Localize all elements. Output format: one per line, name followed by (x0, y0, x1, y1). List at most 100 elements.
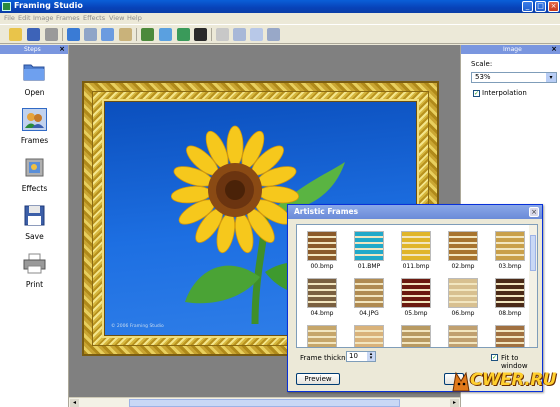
watermark-text: CWER.RU (470, 370, 557, 390)
picture-icon[interactable] (177, 28, 190, 41)
crop-icon[interactable] (216, 28, 229, 41)
menu-help[interactable]: Help (127, 14, 142, 22)
scale-select[interactable]: 53% ▾ (471, 72, 557, 83)
steps-panel-title: Steps (24, 46, 41, 53)
menu-view[interactable]: View (109, 14, 124, 22)
frame-icon[interactable] (159, 28, 172, 41)
save-icon[interactable] (27, 28, 40, 41)
steps-panel: Steps × Open Frames Effects Save Print (0, 45, 69, 407)
scroll-right-icon[interactable]: ▸ (450, 399, 459, 407)
frame-swatch (307, 278, 337, 308)
step-save[interactable]: Save (0, 202, 69, 248)
scale-label: Scale: (471, 60, 493, 68)
frame-swatch (354, 325, 384, 347)
step-frames[interactable]: Frames (0, 106, 69, 152)
menu-frames[interactable]: Frames (56, 14, 80, 22)
frame-name: 05.bmp (404, 310, 428, 317)
frame-thumbnail[interactable]: 06.bmp (444, 276, 482, 321)
steps-panel-header: Steps × (0, 45, 68, 54)
frame-thickness-spinner[interactable]: 10 ▴ ▾ (346, 351, 376, 362)
frame-thumbnail[interactable]: 01.BMP (350, 229, 388, 274)
step-print-label: Print (25, 280, 44, 289)
frame-thumbnail[interactable] (350, 323, 388, 347)
frame-thumbnail[interactable]: 05.bmp (397, 276, 435, 321)
frame-thumbnail[interactable]: 04.bmp (303, 276, 341, 321)
step-open[interactable]: Open (0, 58, 69, 104)
interpolation-label: Interpolation (482, 89, 527, 97)
step-print[interactable]: Print (0, 250, 69, 296)
interpolation-checkbox[interactable]: ✓ (473, 90, 480, 97)
frame-thumbnail[interactable]: 00.bmp (303, 229, 341, 274)
toolbar-separator (136, 28, 137, 41)
text-icon[interactable] (250, 28, 263, 41)
image-icon[interactable] (141, 28, 154, 41)
artistic-frames-dialog: Artistic Frames × 00.bmp 01.BMP 011.bmp 02.… (287, 204, 543, 392)
fox-logo-icon (452, 371, 470, 392)
close-icon[interactable]: × (551, 45, 557, 54)
step-effects-label: Effects (21, 184, 48, 193)
dialog-close-button[interactable]: × (529, 207, 539, 217)
step-effects[interactable]: Effects (0, 154, 69, 200)
menu-edit[interactable]: Edit (18, 14, 31, 22)
frame-thumbnail[interactable] (444, 323, 482, 347)
frame-thumbnail[interactable]: 011.bmp (397, 229, 435, 274)
frame-swatch (354, 231, 384, 261)
open-icon[interactable] (9, 28, 22, 41)
scroll-left-icon[interactable]: ◂ (70, 399, 79, 407)
table-icon[interactable] (267, 28, 280, 41)
menu-effects[interactable]: Effects (83, 14, 105, 22)
maximize-button[interactable]: □ (535, 1, 546, 12)
frame-name: 03.bmp (498, 263, 522, 270)
frame-thumbnail[interactable] (397, 323, 435, 347)
redo-icon[interactable] (84, 28, 97, 41)
undo-icon[interactable] (67, 28, 80, 41)
copy-icon[interactable] (101, 28, 114, 41)
frames-grid: 00.bmp 01.BMP 011.bmp 02.bmp 03.bmp 04.bmp 04.… (296, 224, 538, 348)
frame-name: 011.bmp (402, 263, 430, 270)
scroll-thumb[interactable] (129, 399, 400, 407)
frame-name: 00.bmp (310, 263, 334, 270)
frame-swatch (354, 278, 384, 308)
frame-name: 06.bmp (451, 310, 475, 317)
close-icon[interactable]: × (59, 45, 65, 54)
frame-swatch (401, 231, 431, 261)
menu-file[interactable]: File (4, 14, 15, 22)
spinner-arrows-icon[interactable]: ▴ ▾ (367, 352, 375, 361)
frame-thumbnail[interactable]: 03.bmp (491, 229, 529, 274)
title-bar: Framing Studio _ □ × (0, 0, 560, 13)
frames-icon (22, 108, 47, 131)
print-icon[interactable] (45, 28, 58, 41)
toolbar (0, 24, 560, 44)
fit-to-window-checkbox[interactable]: ✓ (491, 354, 498, 361)
preview-button[interactable]: Preview (296, 373, 340, 385)
frame-thumbnail[interactable] (303, 323, 341, 347)
image-panel-header: Image × (461, 45, 560, 54)
minimize-button[interactable]: _ (522, 1, 533, 12)
horizontal-scrollbar[interactable]: ◂ ▸ (69, 397, 460, 407)
frame-name: 04.JPG (359, 310, 379, 317)
chevron-down-icon[interactable]: ▾ (546, 73, 556, 82)
frame-thumbnail[interactable]: 02.bmp (444, 229, 482, 274)
frame-swatch (495, 231, 525, 261)
menu-image[interactable]: Image (33, 14, 53, 22)
edit-icon[interactable] (233, 28, 246, 41)
frame-swatch (495, 278, 525, 308)
paste-icon[interactable] (119, 28, 132, 41)
frame-thumbnail[interactable] (491, 323, 529, 347)
window-title: Framing Studio (14, 1, 83, 10)
frame-name: 01.BMP (357, 263, 381, 270)
frame-swatch (401, 278, 431, 308)
scale-value: 53% (475, 73, 491, 81)
close-button[interactable]: × (548, 1, 559, 12)
frame-thumbnail[interactable]: 08.bmp (491, 276, 529, 321)
step-open-label: Open (24, 88, 45, 97)
scroll-thumb[interactable] (530, 235, 536, 271)
frame-thumbnail[interactable]: 04.JPG (350, 276, 388, 321)
frame-swatch (307, 231, 337, 261)
frame-swatch (448, 325, 478, 347)
app-icon (2, 2, 11, 11)
fit-icon[interactable] (194, 28, 207, 41)
floppy-icon (22, 204, 47, 227)
vertical-scrollbar[interactable] (529, 225, 537, 347)
frame-name: 08.bmp (498, 310, 522, 317)
